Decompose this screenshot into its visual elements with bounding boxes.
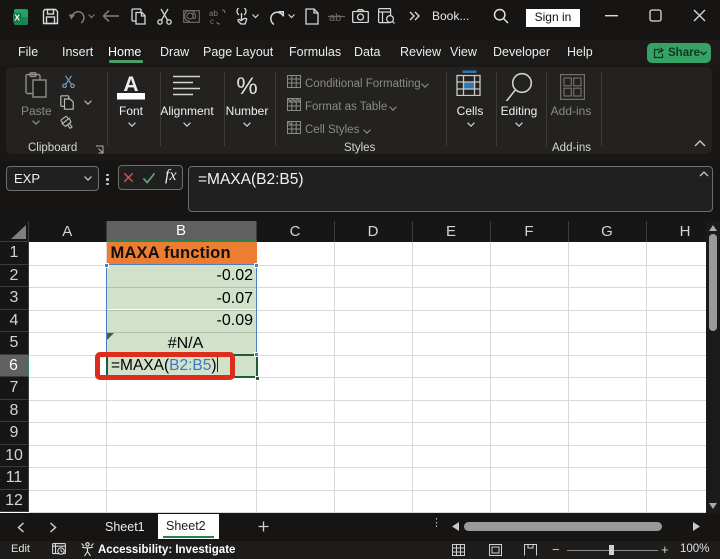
svg-text:c: c bbox=[210, 17, 214, 25]
svg-text:A: A bbox=[123, 73, 138, 96]
svg-text:X: X bbox=[14, 13, 20, 23]
svg-text:ab: ab bbox=[329, 12, 341, 23]
svg-text:%: % bbox=[236, 73, 257, 99]
